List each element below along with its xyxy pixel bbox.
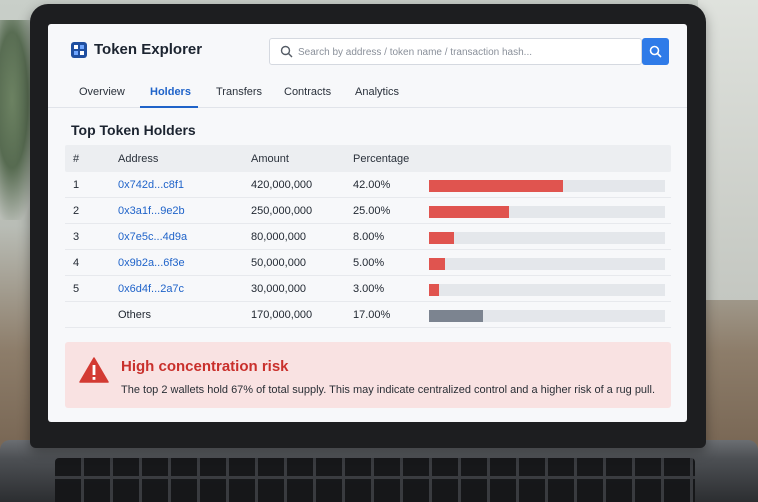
background-wall (698, 0, 758, 300)
app-screen: Token Explorer Overview Holders Transfer… (48, 24, 687, 422)
app-title: Token Explorer (94, 41, 203, 58)
holder-percentage: 25.00% (353, 205, 391, 217)
active-tab-indicator (140, 106, 198, 108)
token-cube-icon (71, 42, 87, 58)
laptop-keyboard (55, 458, 695, 502)
holders-table: # Address Amount Percentage 1 0x742d...c8… (65, 145, 671, 328)
tab-contracts[interactable]: Contracts (284, 86, 331, 98)
percentage-bar-track (429, 284, 665, 296)
table-row: 4 0x9b2a...6f3e 50,000,000 5.00% (65, 250, 671, 276)
holder-percentage: 8.00% (353, 231, 385, 243)
percentage-bar-fill (429, 310, 484, 322)
holder-amount: 420,000,000 (251, 179, 313, 191)
search-box (269, 38, 642, 65)
table-row: Others 170,000,000 17.00% (65, 302, 671, 328)
table-row: 5 0x6d4f...2a7c 30,000,000 3.00% (65, 276, 671, 302)
search-input[interactable] (298, 43, 628, 61)
percentage-bar-track (429, 180, 665, 192)
percentage-bar-fill (429, 258, 445, 270)
holder-rank: 4 (73, 257, 80, 269)
warning-triangle-icon (79, 357, 109, 383)
column-header-amount: Amount (251, 153, 289, 165)
percentage-bar-fill (429, 180, 563, 192)
holder-percentage: 17.00% (353, 309, 391, 321)
search-icon (649, 45, 662, 58)
risk-alert: High concentration risk The top 2 wallet… (65, 342, 671, 408)
header: Token Explorer (48, 24, 687, 78)
tab-transfers[interactable]: Transfers (216, 86, 262, 98)
holder-amount: 250,000,000 (251, 205, 313, 217)
others-label: Others (118, 309, 152, 321)
percentage-bar-fill (429, 232, 455, 244)
search-button[interactable] (642, 38, 669, 65)
holder-address-link[interactable]: 0x3a1f...9e2b (118, 205, 185, 217)
tab-overview[interactable]: Overview (79, 86, 125, 98)
holder-amount: 80,000,000 (251, 231, 307, 243)
search-icon (280, 45, 293, 58)
holder-address-link[interactable]: 0x6d4f...2a7c (118, 283, 184, 295)
holder-amount: 50,000,000 (251, 257, 307, 269)
holder-rank: 1 (73, 179, 80, 191)
table-row: 2 0x3a1f...9e2b 250,000,000 25.00% (65, 198, 671, 224)
percentage-bar-fill (429, 284, 439, 296)
holder-amount: 30,000,000 (251, 283, 307, 295)
table-row: 1 0x742d...c8f1 420,000,000 42.00% (65, 172, 671, 198)
holder-rank: 5 (73, 283, 80, 295)
holder-rank: 2 (73, 205, 80, 217)
percentage-bar-track (429, 258, 665, 270)
column-header-address: Address (118, 153, 159, 165)
section-title: Top Token Holders (71, 122, 196, 138)
column-header-percentage: Percentage (353, 153, 410, 165)
table-row: 3 0x7e5c...4d9a 80,000,000 8.00% (65, 224, 671, 250)
holder-address-link[interactable]: 0x742d...c8f1 (118, 179, 184, 191)
table-header: # Address Amount Percentage (65, 145, 671, 172)
holder-address-link[interactable]: 0x7e5c...4d9a (118, 231, 187, 243)
holder-percentage: 3.00% (353, 283, 385, 295)
percentage-bar-track (429, 232, 665, 244)
alert-message: The top 2 wallets hold 67% of total supp… (121, 384, 655, 396)
holder-percentage: 5.00% (353, 257, 385, 269)
holder-rank: 3 (73, 231, 80, 243)
alert-title: High concentration risk (121, 358, 289, 375)
percentage-bar-fill (429, 206, 509, 218)
tab-holders[interactable]: Holders (150, 86, 191, 98)
tab-analytics[interactable]: Analytics (355, 86, 399, 98)
percentage-bar-track (429, 310, 665, 322)
holder-percentage: 42.00% (353, 179, 391, 191)
holder-amount: 170,000,000 (251, 309, 313, 321)
tab-bar: Overview Holders Transfers Contracts Ana… (48, 78, 687, 108)
holder-address-link[interactable]: 0x9b2a...6f3e (118, 257, 185, 269)
column-header-rank: # (73, 153, 80, 165)
percentage-bar-track (429, 206, 665, 218)
